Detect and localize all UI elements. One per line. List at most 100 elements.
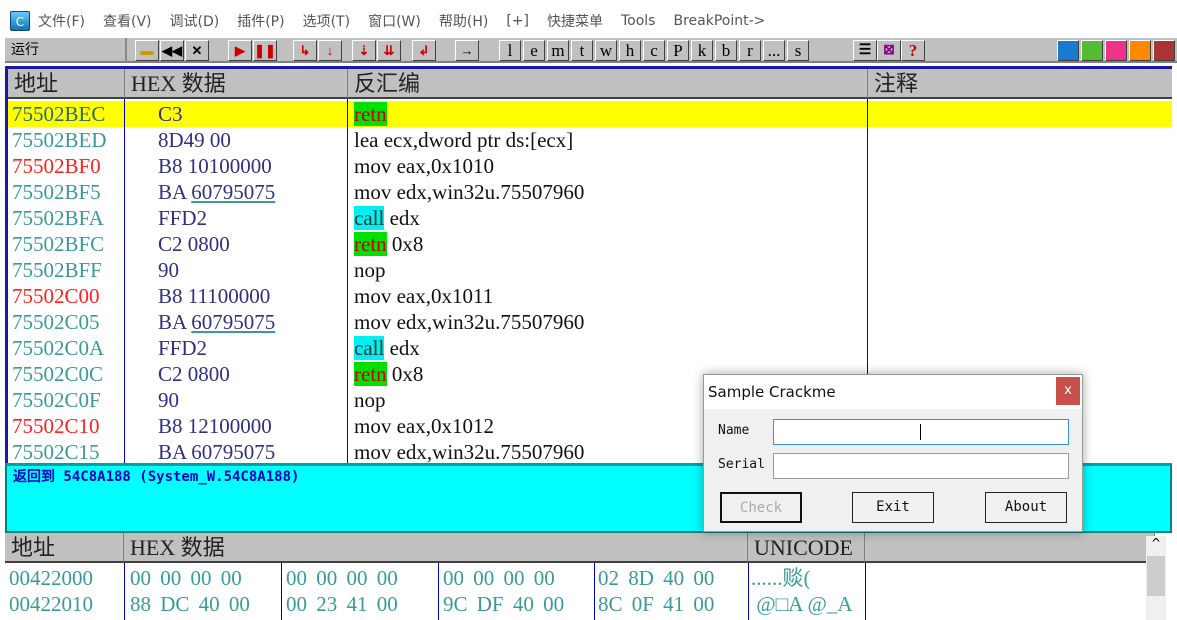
disasm-row[interactable]: 75502BEC C3 retn [8, 101, 1172, 127]
col-header-hex[interactable]: HEX 数据 [125, 69, 348, 99]
row-disasm: nop [354, 387, 386, 413]
toolbar-button-more[interactable]: ... [763, 40, 785, 61]
toolbar-button-c[interactable]: c [643, 40, 665, 61]
operands: edx [384, 206, 420, 230]
run-icon[interactable]: ▶ [228, 40, 252, 61]
toolbar-button-k[interactable]: k [691, 40, 713, 61]
toolbar-button-h[interactable]: h [619, 40, 641, 61]
hex-bytes: BA [158, 180, 192, 204]
mnemonic: mov [354, 310, 392, 334]
row-hex: 90 [158, 387, 179, 413]
menu-item[interactable]: BreakPoint-> [673, 13, 765, 29]
toolbar-button-e[interactable]: e [523, 40, 545, 61]
disasm-row[interactable]: 75502C00 B8 11100000 mov eax,0x1011 [8, 283, 1172, 309]
hex-bytes: BA [158, 310, 192, 334]
scroll-thumb[interactable] [1147, 556, 1165, 596]
plugin-icon[interactable] [1153, 40, 1175, 61]
row-hex: B8 10100000 [158, 153, 272, 179]
about-button[interactable]: About [985, 492, 1067, 523]
dump-header-hex[interactable]: HEX 数据 [124, 533, 748, 563]
menu-item[interactable]: 查看(V) [103, 11, 152, 31]
menu-item[interactable]: 文件(F) [38, 11, 85, 31]
a-icon[interactable] [1105, 40, 1127, 61]
step-over-icon[interactable]: ↓ [318, 40, 342, 61]
mnemonic: retn [354, 362, 387, 386]
pause-icon[interactable]: ❚❚ [253, 40, 277, 61]
record-icon[interactable] [1129, 40, 1151, 61]
open-icon[interactable]: ▬ [135, 40, 159, 61]
list-icon[interactable]: ☰ [853, 40, 877, 61]
col-header-address[interactable]: 地址 [8, 69, 125, 99]
col-header-comment[interactable]: 注释 [868, 69, 1172, 99]
toolbar-button-r[interactable]: r [739, 40, 761, 61]
help-button[interactable]: ? [901, 40, 925, 61]
check-button[interactable]: Check [720, 492, 802, 523]
dump-address: 00422010 [9, 592, 93, 616]
row-disasm: mov edx,win32u.75507960 [354, 179, 584, 205]
disasm-row[interactable]: 75502BED 8D49 00 lea ecx,dword ptr ds:[ecx… [8, 127, 1172, 153]
toolbar-button-s[interactable]: s [787, 40, 809, 61]
dump-header-unicode[interactable]: UNICODE [748, 533, 865, 563]
close-icon[interactable]: ✕ [185, 40, 209, 61]
trace-over-icon[interactable]: ⇊ [377, 40, 401, 61]
row-disasm: retn 0x8 [354, 361, 423, 387]
menu-item[interactable]: 帮助(H) [439, 11, 488, 31]
exit-button[interactable]: Exit [852, 492, 934, 523]
hex-bytes: FFD2 [158, 206, 208, 230]
row-address: 75502C0A [12, 336, 105, 360]
close-button[interactable]: x [1056, 377, 1080, 405]
menu-item[interactable]: 选项(T) [303, 11, 350, 31]
trace-into-icon[interactable]: ⇣ [352, 40, 376, 61]
dump-header-address[interactable]: 地址 [5, 533, 124, 563]
disasm-row[interactable]: 75502BF0 B8 10100000 mov eax,0x1010 [8, 153, 1172, 179]
menu-item[interactable]: 插件(P) [237, 11, 284, 31]
row-address: 75502BED [12, 128, 107, 152]
operands: ecx,dword ptr ds:[ecx] [378, 128, 574, 152]
name-label: Name [718, 423, 750, 438]
info-text: 返回到 54C8A188 (System_W.54C8A188) [13, 469, 300, 485]
menu-item[interactable]: 调试(D) [170, 11, 220, 31]
hex-bytes: FFD2 [158, 336, 208, 360]
disasm-row[interactable]: 75502BFA FFD2 call edx [8, 205, 1172, 231]
divider [124, 563, 125, 620]
scroll-up-icon[interactable]: ^ [1146, 536, 1166, 550]
menu-item[interactable]: 快捷菜单 [547, 11, 603, 31]
app-icon[interactable]: C [10, 11, 30, 31]
dump-scrollbar[interactable]: ^ [1146, 536, 1166, 620]
up-down-icon[interactable] [1081, 40, 1103, 61]
toolbar-button-w[interactable]: w [595, 40, 617, 61]
toolbar-button-l[interactable]: l [499, 40, 521, 61]
disasm-row[interactable]: 75502C0A FFD2 call edx [8, 335, 1172, 361]
step-into-icon[interactable]: ↳ [293, 40, 317, 61]
rewind-icon[interactable]: ◀◀ [160, 40, 184, 61]
swap-icon[interactable] [1057, 40, 1079, 61]
row-address: 75502BF5 [12, 180, 101, 204]
row-disasm: mov eax,0x1012 [354, 413, 494, 439]
dump-pane[interactable]: 地址 HEX 数据 UNICODE 00422000 00 00 00 00 00 … [5, 533, 1172, 620]
hex-link[interactable]: 60795075 [191, 310, 275, 334]
name-input[interactable] [773, 419, 1069, 445]
mnemonic: mov [354, 180, 392, 204]
mnemonic: nop [354, 388, 386, 412]
serial-input[interactable] [773, 453, 1069, 479]
dump-hex-group: 00 00 00 00 [286, 566, 398, 590]
menu-item[interactable]: 窗口(W) [368, 11, 421, 31]
menu-item[interactable]: [+] [506, 13, 529, 29]
row-address: 75502C0F [12, 388, 101, 412]
window-icon[interactable]: ⊠ [877, 40, 901, 61]
toolbar-button-t[interactable]: t [571, 40, 593, 61]
col-header-disasm[interactable]: 反汇编 [348, 69, 868, 99]
disasm-row[interactable]: 75502C05 BA 60795075 mov edx,win32u.755079… [8, 309, 1172, 335]
disasm-row[interactable]: 75502BF5 BA 60795075 mov edx,win32u.755079… [8, 179, 1172, 205]
execute-till-return-icon[interactable]: ↲ [412, 40, 436, 61]
hex-link[interactable]: 60795075 [191, 180, 275, 204]
menu-item[interactable]: Tools [621, 13, 656, 29]
goto-icon[interactable]: → [455, 40, 479, 61]
toolbar-button-b[interactable]: b [715, 40, 737, 61]
disasm-row[interactable]: 75502BFC C2 0800 retn 0x8 [8, 231, 1172, 257]
hex-bytes: 90 [158, 388, 179, 412]
mnemonic: call [354, 336, 385, 360]
toolbar-button-P[interactable]: P [667, 40, 689, 61]
toolbar-button-m[interactable]: m [547, 40, 569, 61]
disasm-row[interactable]: 75502BFF 90 nop [8, 257, 1172, 283]
